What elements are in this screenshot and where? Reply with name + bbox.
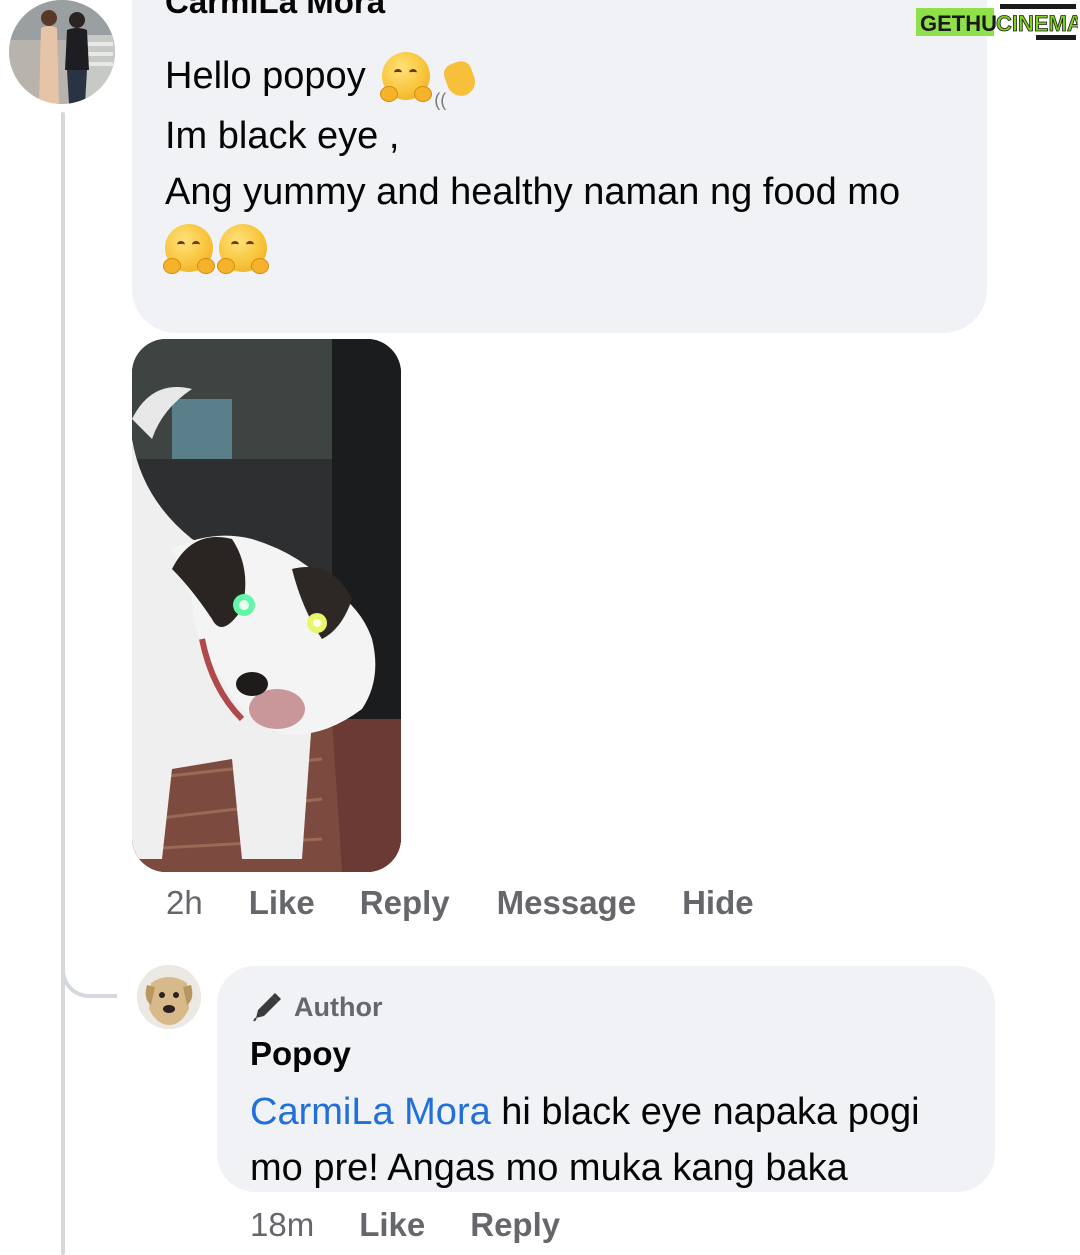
comment-line-2: Im black eye , — [165, 115, 400, 157]
reply-actions: 18m Like Reply — [250, 1206, 560, 1244]
hugging-face-emoji — [380, 52, 433, 102]
comment-line-1: Hello popoy (( — [165, 48, 957, 110]
reply-like-button[interactable]: Like — [359, 1206, 425, 1244]
hugging-face-emoji — [163, 224, 215, 274]
comment-emoji-row — [163, 224, 957, 274]
hide-button[interactable]: Hide — [682, 884, 754, 922]
author-avatar[interactable] — [137, 965, 201, 1029]
reply-text-line-2: mo pre! Angas mo muka kang baka — [250, 1147, 848, 1189]
author-badge: Author — [250, 988, 965, 1026]
svg-text:CINEMA: CINEMA — [996, 11, 1078, 36]
message-button[interactable]: Message — [497, 884, 636, 922]
couple-photo — [9, 0, 115, 104]
thread-connector — [61, 940, 117, 998]
mention-link[interactable]: CarmiLa Mora — [250, 1091, 491, 1133]
commenter-name[interactable]: CarmiLa Mora — [165, 0, 957, 22]
reply-text-1: hi black eye napaka pogi — [501, 1091, 920, 1133]
reply-reply-button[interactable]: Reply — [470, 1206, 560, 1244]
reply-button[interactable]: Reply — [360, 884, 450, 922]
comment-text-1: Hello popoy — [165, 55, 366, 97]
hugging-face-emoji — [217, 224, 269, 274]
thread-line — [61, 112, 65, 1255]
reply-time[interactable]: 18m — [250, 1206, 314, 1244]
dog-avatar-photo — [137, 965, 201, 1029]
author-badge-label: Author — [294, 991, 383, 1022]
watermark-logo: GETHU CINEMA — [916, 4, 1080, 40]
commenter-avatar[interactable] — [9, 0, 115, 104]
svg-text:GETHU: GETHU — [920, 11, 997, 36]
comment-bubble: CarmiLa Mora Hello popoy (( Im black eye… — [132, 0, 987, 333]
comment-line-3: Ang yummy and healthy naman ng food mo — [165, 171, 901, 213]
pen-icon — [253, 993, 281, 1022]
reply-text-line-1: CarmiLa Mora hi black eye napaka pogi — [250, 1084, 965, 1140]
dog-photo — [132, 339, 401, 872]
comment-photo[interactable] — [132, 339, 401, 872]
like-button[interactable]: Like — [249, 884, 315, 922]
comment-actions: 2h Like Reply Message Hide — [166, 884, 754, 922]
reply-author-name[interactable]: Popoy — [250, 1034, 965, 1074]
waving-hand-emoji: (( — [434, 52, 482, 110]
reply-bubble: Author Popoy CarmiLa Mora hi black eye n… — [217, 966, 995, 1192]
comment-time[interactable]: 2h — [166, 884, 203, 922]
